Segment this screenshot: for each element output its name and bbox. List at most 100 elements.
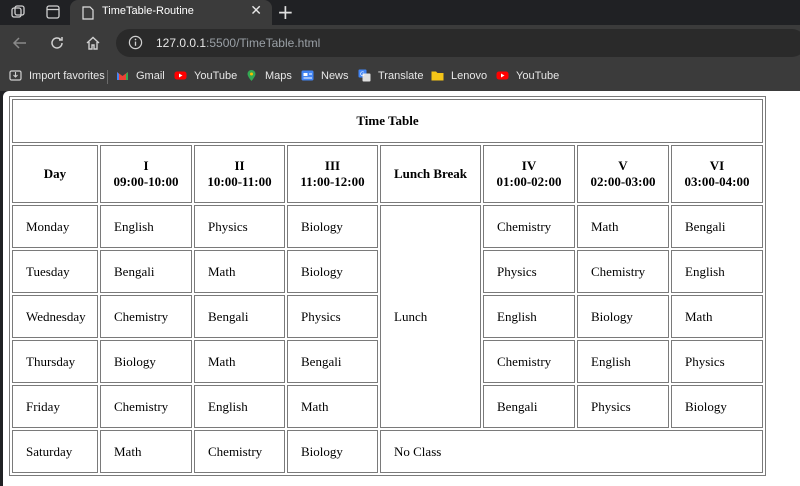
subject-cell: English bbox=[194, 385, 285, 428]
subject-cell: Biology bbox=[287, 205, 378, 248]
subject-cell: Bengali bbox=[671, 205, 763, 248]
period-number: I bbox=[143, 158, 149, 173]
no-class-cell: No Class bbox=[380, 430, 763, 473]
bookmark-label: News bbox=[321, 69, 349, 82]
subject-cell: Physics bbox=[194, 205, 285, 248]
refresh-icon[interactable] bbox=[48, 34, 66, 52]
period-time: 01:00-02:00 bbox=[496, 174, 562, 189]
period-header: III 11:00-12:00 bbox=[287, 145, 378, 203]
subject-cell: Biology bbox=[671, 385, 763, 428]
period-time: 11:00-12:00 bbox=[300, 174, 365, 189]
youtube-icon bbox=[174, 69, 187, 82]
svg-text:G: G bbox=[360, 71, 365, 78]
gmail-icon bbox=[116, 69, 129, 82]
day-header: Day bbox=[12, 145, 98, 203]
subject-cell: Biology bbox=[577, 295, 669, 338]
address-toolbar: 127.0.0.1:5500/TimeTable.html bbox=[0, 25, 800, 61]
maps-pin-icon bbox=[245, 69, 258, 82]
subject-cell: Bengali bbox=[483, 385, 575, 428]
address-bar[interactable]: 127.0.0.1:5500/TimeTable.html bbox=[116, 29, 800, 57]
bookmark-label: Maps bbox=[265, 69, 292, 82]
day-cell: Monday bbox=[12, 205, 98, 248]
tab-strip: TimeTable-Routine ✕ + bbox=[0, 0, 800, 25]
day-cell: Thursday bbox=[12, 340, 98, 383]
subject-cell: English bbox=[483, 295, 575, 338]
table-row: Monday English Physics Biology Lunch Che… bbox=[12, 205, 763, 428]
period-time: 10:00-11:00 bbox=[207, 174, 272, 189]
subject-cell: Biology bbox=[287, 250, 378, 293]
workspaces-icon[interactable] bbox=[10, 4, 26, 20]
bookmark-lenovo[interactable]: Lenovo bbox=[431, 69, 487, 82]
back-icon[interactable] bbox=[11, 34, 29, 52]
table-title: Time Table bbox=[12, 99, 763, 143]
period-header: IV 01:00-02:00 bbox=[483, 145, 575, 203]
youtube-icon bbox=[496, 69, 509, 82]
bookmark-label: Import favorites bbox=[29, 69, 105, 82]
period-number: III bbox=[324, 158, 341, 173]
bookmark-youtube[interactable]: YouTube bbox=[174, 69, 237, 82]
header-row: Day I 09:00-10:00 II 10:00-11:00 III 11:00-… bbox=[12, 145, 763, 203]
day-cell: Saturday bbox=[12, 430, 98, 473]
period-time: 02:00-03:00 bbox=[590, 174, 656, 189]
home-icon[interactable] bbox=[84, 34, 102, 52]
page-content: Time Table Day I 09:00-10:00 II 10:00-11:0… bbox=[3, 91, 800, 486]
active-tab[interactable]: TimeTable-Routine ✕ bbox=[70, 0, 272, 25]
bookmark-translate[interactable]: G Translate bbox=[358, 69, 423, 82]
page-icon bbox=[82, 5, 94, 20]
period-number: II bbox=[234, 158, 245, 173]
period-number: VI bbox=[709, 158, 725, 173]
lunch-cell: Lunch bbox=[380, 205, 481, 428]
bookmark-news[interactable]: News bbox=[301, 69, 349, 82]
bookmarks-bar: Import favorites Gmail YouTube Maps News… bbox=[0, 61, 800, 91]
subject-cell: English bbox=[671, 250, 763, 293]
bookmark-youtube-2[interactable]: YouTube bbox=[496, 69, 559, 82]
day-cell: Tuesday bbox=[12, 250, 98, 293]
import-icon bbox=[9, 69, 22, 82]
folder-icon bbox=[431, 69, 444, 82]
subject-cell: Bengali bbox=[194, 295, 285, 338]
subject-cell: Biology bbox=[100, 340, 192, 383]
subject-cell: Chemistry bbox=[577, 250, 669, 293]
subject-cell: Chemistry bbox=[100, 385, 192, 428]
subject-cell: Bengali bbox=[100, 250, 192, 293]
url-text: 127.0.0.1:5500/TimeTable.html bbox=[156, 36, 320, 50]
subject-cell: Math bbox=[194, 340, 285, 383]
bookmark-maps[interactable]: Maps bbox=[245, 69, 292, 82]
subject-cell: English bbox=[577, 340, 669, 383]
period-time: 09:00-10:00 bbox=[113, 174, 179, 189]
period-header: V 02:00-03:00 bbox=[577, 145, 669, 203]
subject-cell: Chemistry bbox=[100, 295, 192, 338]
bookmark-label: Lenovo bbox=[451, 69, 488, 82]
day-cell: Wednesday bbox=[12, 295, 98, 338]
tab-title: TimeTable-Routine bbox=[102, 5, 194, 17]
site-info-icon[interactable] bbox=[128, 35, 143, 54]
period-header: VI 03:00-04:00 bbox=[671, 145, 763, 203]
translate-icon: G bbox=[358, 69, 371, 82]
bookmark-gmail[interactable]: Gmail bbox=[116, 69, 165, 82]
timetable: Time Table Day I 09:00-10:00 II 10:00-11:0… bbox=[9, 96, 766, 476]
subject-cell: Chemistry bbox=[483, 205, 575, 248]
bookmarks-divider bbox=[107, 70, 108, 84]
bookmark-label: YouTube bbox=[194, 69, 238, 82]
tab-actions-icon[interactable] bbox=[45, 4, 61, 20]
subject-cell: Physics bbox=[671, 340, 763, 383]
period-header: II 10:00-11:00 bbox=[194, 145, 285, 203]
table-row: Saturday Math Chemistry Biology No Class bbox=[12, 430, 763, 473]
subject-cell: Math bbox=[100, 430, 192, 473]
subject-cell: Physics bbox=[287, 295, 378, 338]
subject-cell: Math bbox=[671, 295, 763, 338]
subject-cell: Physics bbox=[577, 385, 669, 428]
period-number: IV bbox=[521, 158, 537, 173]
subject-cell: English bbox=[100, 205, 192, 248]
subject-cell: Biology bbox=[287, 430, 378, 473]
day-cell: Friday bbox=[12, 385, 98, 428]
close-tab-icon[interactable]: ✕ bbox=[250, 3, 262, 19]
bookmark-label: Gmail bbox=[136, 69, 165, 82]
subject-cell: Physics bbox=[483, 250, 575, 293]
subject-cell: Math bbox=[194, 250, 285, 293]
subject-cell: Math bbox=[577, 205, 669, 248]
url-host: 127.0.0.1 bbox=[156, 36, 207, 50]
bookmark-import-favorites[interactable]: Import favorites bbox=[9, 69, 105, 82]
new-tab-icon[interactable]: + bbox=[277, 0, 294, 24]
period-header: I 09:00-10:00 bbox=[100, 145, 192, 203]
